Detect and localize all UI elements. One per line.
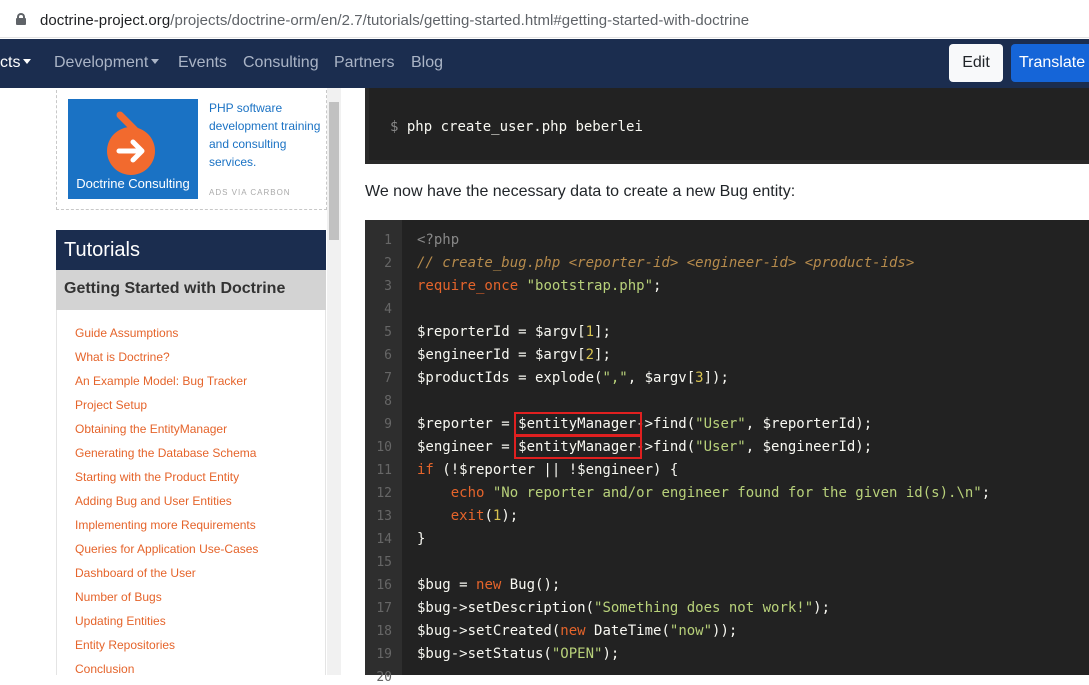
- nav-partners[interactable]: Partners: [334, 54, 394, 72]
- toc-link[interactable]: Entity Repositories: [75, 638, 175, 652]
- doctrine-logo-icon: [107, 111, 155, 175]
- nav-events[interactable]: Events: [178, 54, 227, 72]
- toc-link[interactable]: An Example Model: Bug Tracker: [75, 374, 247, 388]
- chevron-down-icon: [23, 59, 32, 64]
- code-line: $bug = new Bug();: [417, 577, 561, 593]
- toc-link[interactable]: Updating Entities: [75, 614, 166, 628]
- url-field[interactable]: doctrine-project.org/projects/doctrine-o…: [0, 3, 1089, 35]
- code-line: $reporter = $entityManager->find("User",…: [417, 416, 873, 432]
- line-number: 8: [384, 394, 392, 409]
- sidebar-scrollbar[interactable]: [327, 88, 341, 675]
- code-line: $bug->setCreated(new DateTime("now"));: [417, 623, 738, 639]
- browser-address-bar[interactable]: doctrine-project.org/projects/doctrine-o…: [0, 0, 1089, 38]
- nav-consulting[interactable]: Consulting: [243, 54, 319, 72]
- sidebar: Doctrine Consulting PHP software develop…: [0, 88, 341, 676]
- line-number: 4: [384, 302, 392, 317]
- line-number: 14: [376, 532, 392, 547]
- line-number: 3: [384, 279, 392, 294]
- highlight-box: [514, 412, 643, 436]
- toc-link[interactable]: Dashboard of the User: [75, 566, 196, 580]
- code-line: exit(1);: [450, 508, 519, 524]
- line-number: 11: [376, 463, 392, 478]
- line-number: 5: [384, 325, 392, 340]
- toc-link[interactable]: Obtaining the EntityManager: [75, 422, 227, 436]
- line-number: 19: [376, 647, 392, 662]
- code-line: $engineerId = $argv[2];: [417, 347, 611, 363]
- code-line: echo "No reporter and/or engineer found …: [450, 485, 991, 501]
- line-number: 15: [376, 555, 392, 570]
- url-text[interactable]: doctrine-project.org/projects/doctrine-o…: [40, 12, 749, 29]
- sidebar-toc: Guide Assumptions What is Doctrine? An E…: [56, 310, 326, 676]
- line-number: 16: [376, 578, 392, 593]
- nav-projects-dropdown[interactable]: cts: [0, 54, 32, 72]
- highlight-box: [514, 435, 643, 459]
- line-number-gutter: 1 2 3 4 5 6 7 8 9 10 11 12 13 14 15 16 17 18 19 20: [365, 220, 402, 685]
- toc-link[interactable]: Number of Bugs: [75, 590, 162, 604]
- line-number: 9: [384, 417, 392, 432]
- sidebar-active-item[interactable]: Getting Started with Doctrine: [56, 270, 326, 310]
- nav-blog[interactable]: Blog: [411, 54, 443, 72]
- lock-icon[interactable]: [16, 13, 26, 25]
- edit-button[interactable]: Edit: [949, 44, 1003, 82]
- shell-command: $ php create_user.php beberlei: [390, 119, 643, 135]
- line-number: 2: [384, 256, 392, 271]
- sidebar-heading: Tutorials: [56, 230, 326, 270]
- code-line: $reporterId = $argv[1];: [417, 324, 611, 340]
- toc-link[interactable]: Starting with the Product Entity: [75, 470, 239, 484]
- toc-link[interactable]: Generating the Database Schema: [75, 446, 256, 460]
- ads-via-carbon[interactable]: ADS VIA CARBON: [209, 188, 291, 197]
- code-line: if (!$reporter || !$engineer) {: [417, 462, 679, 478]
- shell-code-block: $ php create_user.php beberlei: [365, 88, 1089, 164]
- chevron-down-icon: [151, 59, 160, 64]
- line-number: 6: [384, 348, 392, 363]
- code-line: require_once "bootstrap.php";: [417, 278, 662, 294]
- toc-link[interactable]: Project Setup: [75, 398, 147, 412]
- line-number: 10: [376, 440, 392, 455]
- code-line: }: [417, 531, 426, 547]
- line-number: 20: [376, 670, 392, 685]
- toc-link[interactable]: Guide Assumptions: [75, 326, 178, 340]
- line-number: 13: [376, 509, 392, 524]
- line-number: 17: [376, 601, 392, 616]
- line-number: 18: [376, 624, 392, 639]
- code-line: // create_bug.php <reporter-id> <enginee…: [417, 255, 915, 271]
- ad-text[interactable]: PHP software development training and co…: [209, 99, 321, 171]
- toc-link[interactable]: Adding Bug and User Entities: [75, 494, 232, 508]
- toc-link[interactable]: Implementing more Requirements: [75, 518, 256, 532]
- carbon-ad[interactable]: Doctrine Consulting PHP software develop…: [56, 90, 327, 210]
- translate-button[interactable]: Translate: [1011, 44, 1089, 82]
- toc-link[interactable]: Queries for Application Use-Cases: [75, 542, 258, 556]
- toc-link[interactable]: What is Doctrine?: [75, 350, 170, 364]
- code-line: $bug->setDescription("Something does not…: [417, 600, 831, 616]
- body-paragraph: We now have the necessary data to create…: [365, 183, 796, 200]
- code-line: $bug->setStatus("OPEN");: [417, 646, 620, 662]
- line-number: 7: [384, 371, 392, 386]
- line-number: 12: [376, 486, 392, 501]
- nav-development-dropdown[interactable]: Development: [54, 54, 160, 72]
- line-number: 1: [384, 233, 392, 248]
- main-content: $ php create_user.php beberlei We now ha…: [341, 88, 1089, 685]
- ad-caption: Doctrine Consulting: [76, 176, 190, 191]
- toc-link[interactable]: Conclusion: [75, 662, 134, 676]
- site-navbar: cts Development Events Consulting Partne…: [0, 39, 1089, 88]
- code-line: $engineer = $entityManager->find("User",…: [417, 439, 873, 455]
- scrollbar-thumb[interactable]: [329, 102, 339, 240]
- code-line: <?php: [417, 232, 460, 248]
- php-code-block: 1 2 3 4 5 6 7 8 9 10 11 12 13 14 15 16 17 18 19 20 <?php// …: [365, 220, 1089, 685]
- ad-image[interactable]: Doctrine Consulting: [68, 99, 198, 199]
- code-line: $productIds = explode(",", $argv[3]);: [417, 370, 729, 386]
